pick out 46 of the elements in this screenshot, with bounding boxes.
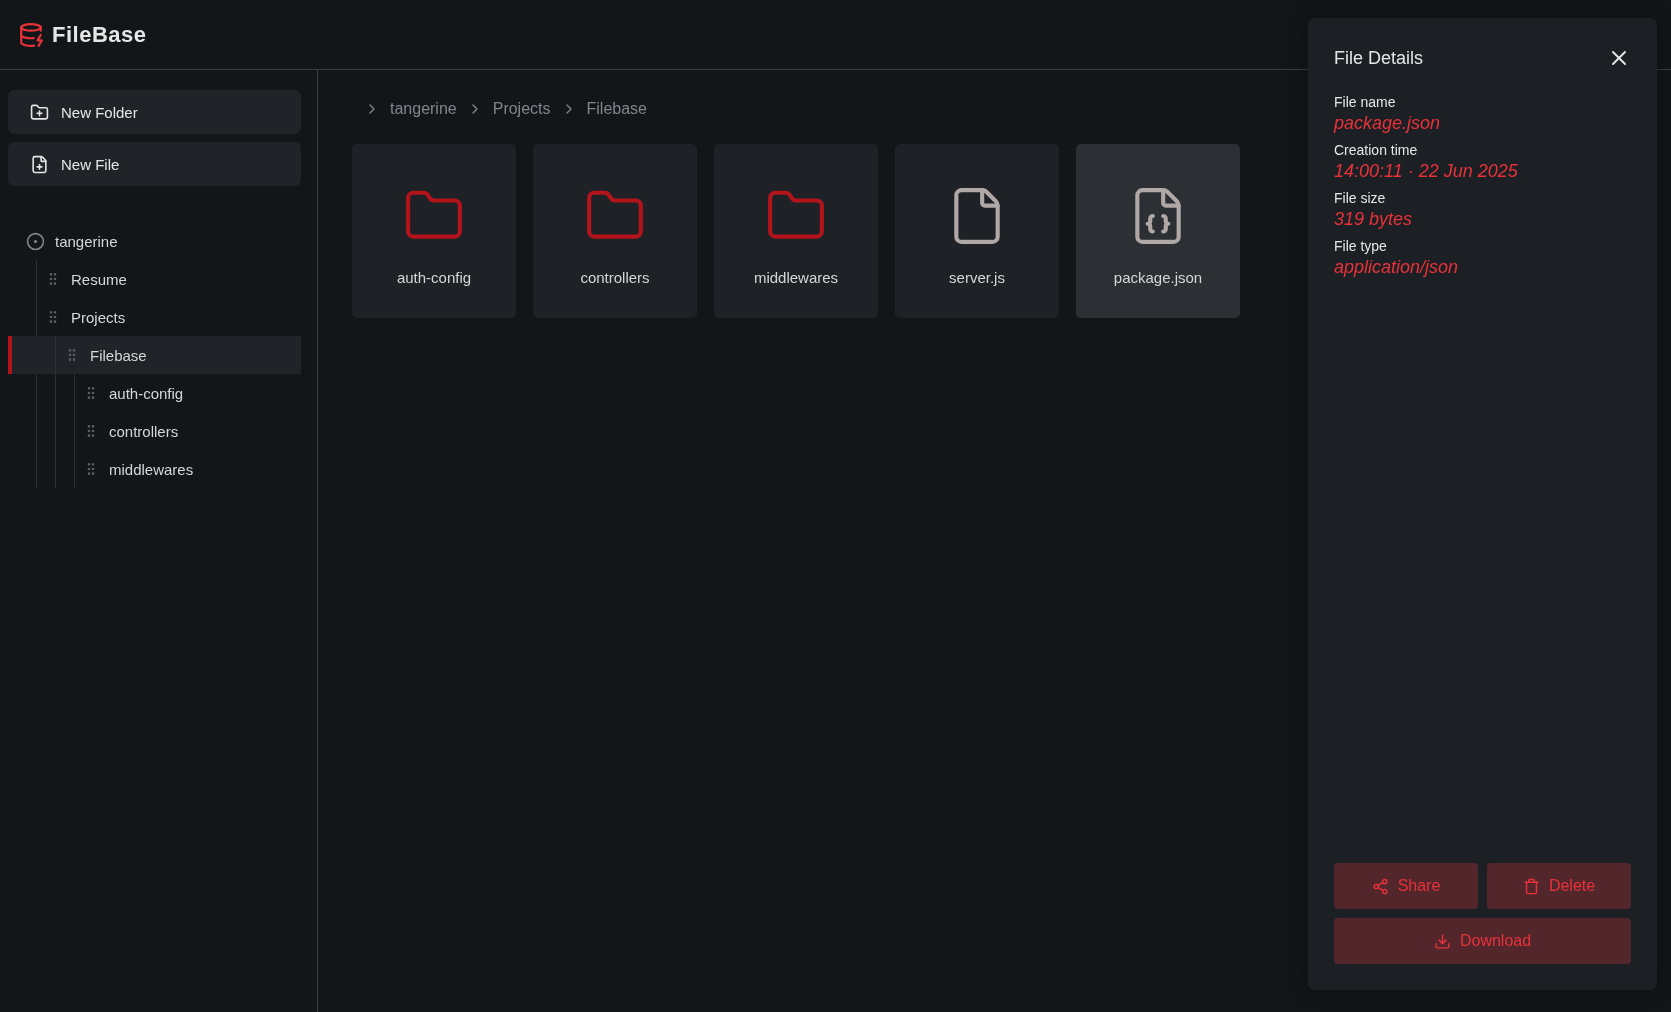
tree-item[interactable]: middlewares — [8, 450, 301, 488]
file-name: package.json — [1113, 268, 1203, 286]
new-item-button[interactable]: New Folder — [8, 90, 301, 134]
field-value: 14:00:11 · 22 Jun 2025 — [1334, 161, 1519, 182]
tree-item-label: middlewares — [109, 460, 194, 478]
database-icon — [18, 21, 44, 48]
tree-item-label: controllers — [109, 422, 179, 440]
file-name: controllers — [580, 268, 650, 286]
tree-item[interactable]: Filebase — [8, 336, 301, 374]
field-value: application/json — [1334, 257, 1460, 278]
file-card[interactable]: middlewares — [714, 144, 878, 318]
field-label: File size — [1334, 190, 1387, 206]
file-card[interactable]: controllers — [533, 144, 697, 318]
file-card[interactable]: auth-config — [352, 144, 516, 318]
tree-item[interactable]: Resume — [8, 260, 301, 298]
folder-plus-icon — [30, 102, 49, 122]
field-value: package.json — [1334, 113, 1442, 134]
download-icon — [1433, 932, 1451, 950]
file-card[interactable]: package.json — [1076, 144, 1240, 318]
file-name: server.js — [949, 268, 1005, 286]
file-name: middlewares — [753, 268, 839, 286]
tree-item[interactable]: tangerine — [8, 222, 301, 260]
tree-item-label: Projects — [71, 308, 126, 326]
field-label: File type — [1334, 238, 1388, 254]
circle-dot-icon — [26, 231, 45, 251]
new-item-button[interactable]: New File — [8, 142, 301, 186]
field-value: 319 bytes — [1334, 209, 1414, 230]
panel-title: File Details — [1334, 47, 1424, 69]
tree-item[interactable]: controllers — [8, 412, 301, 450]
share-icon — [1371, 877, 1389, 895]
tree-item[interactable]: Projects — [8, 298, 301, 336]
tree-item-label: Filebase — [90, 346, 147, 364]
tree-item-label: auth-config — [109, 384, 184, 402]
field-label: Creation time — [1334, 142, 1419, 158]
breadcrumb-link[interactable]: Filebase — [586, 100, 647, 118]
tree-item[interactable]: auth-config — [8, 374, 301, 412]
file-plus-icon — [30, 154, 49, 174]
breadcrumb-link[interactable]: tangerine — [390, 100, 457, 118]
field-label: File name — [1334, 94, 1397, 110]
file-card[interactable]: server.js — [895, 144, 1059, 318]
tree-item-label: tangerine — [55, 232, 118, 250]
trash-icon — [1522, 877, 1540, 895]
tree-item-label: Resume — [71, 270, 127, 288]
file-name: auth-config — [396, 268, 472, 286]
app-logo: FileBase — [52, 21, 147, 48]
breadcrumb-link[interactable]: Projects — [492, 100, 551, 118]
